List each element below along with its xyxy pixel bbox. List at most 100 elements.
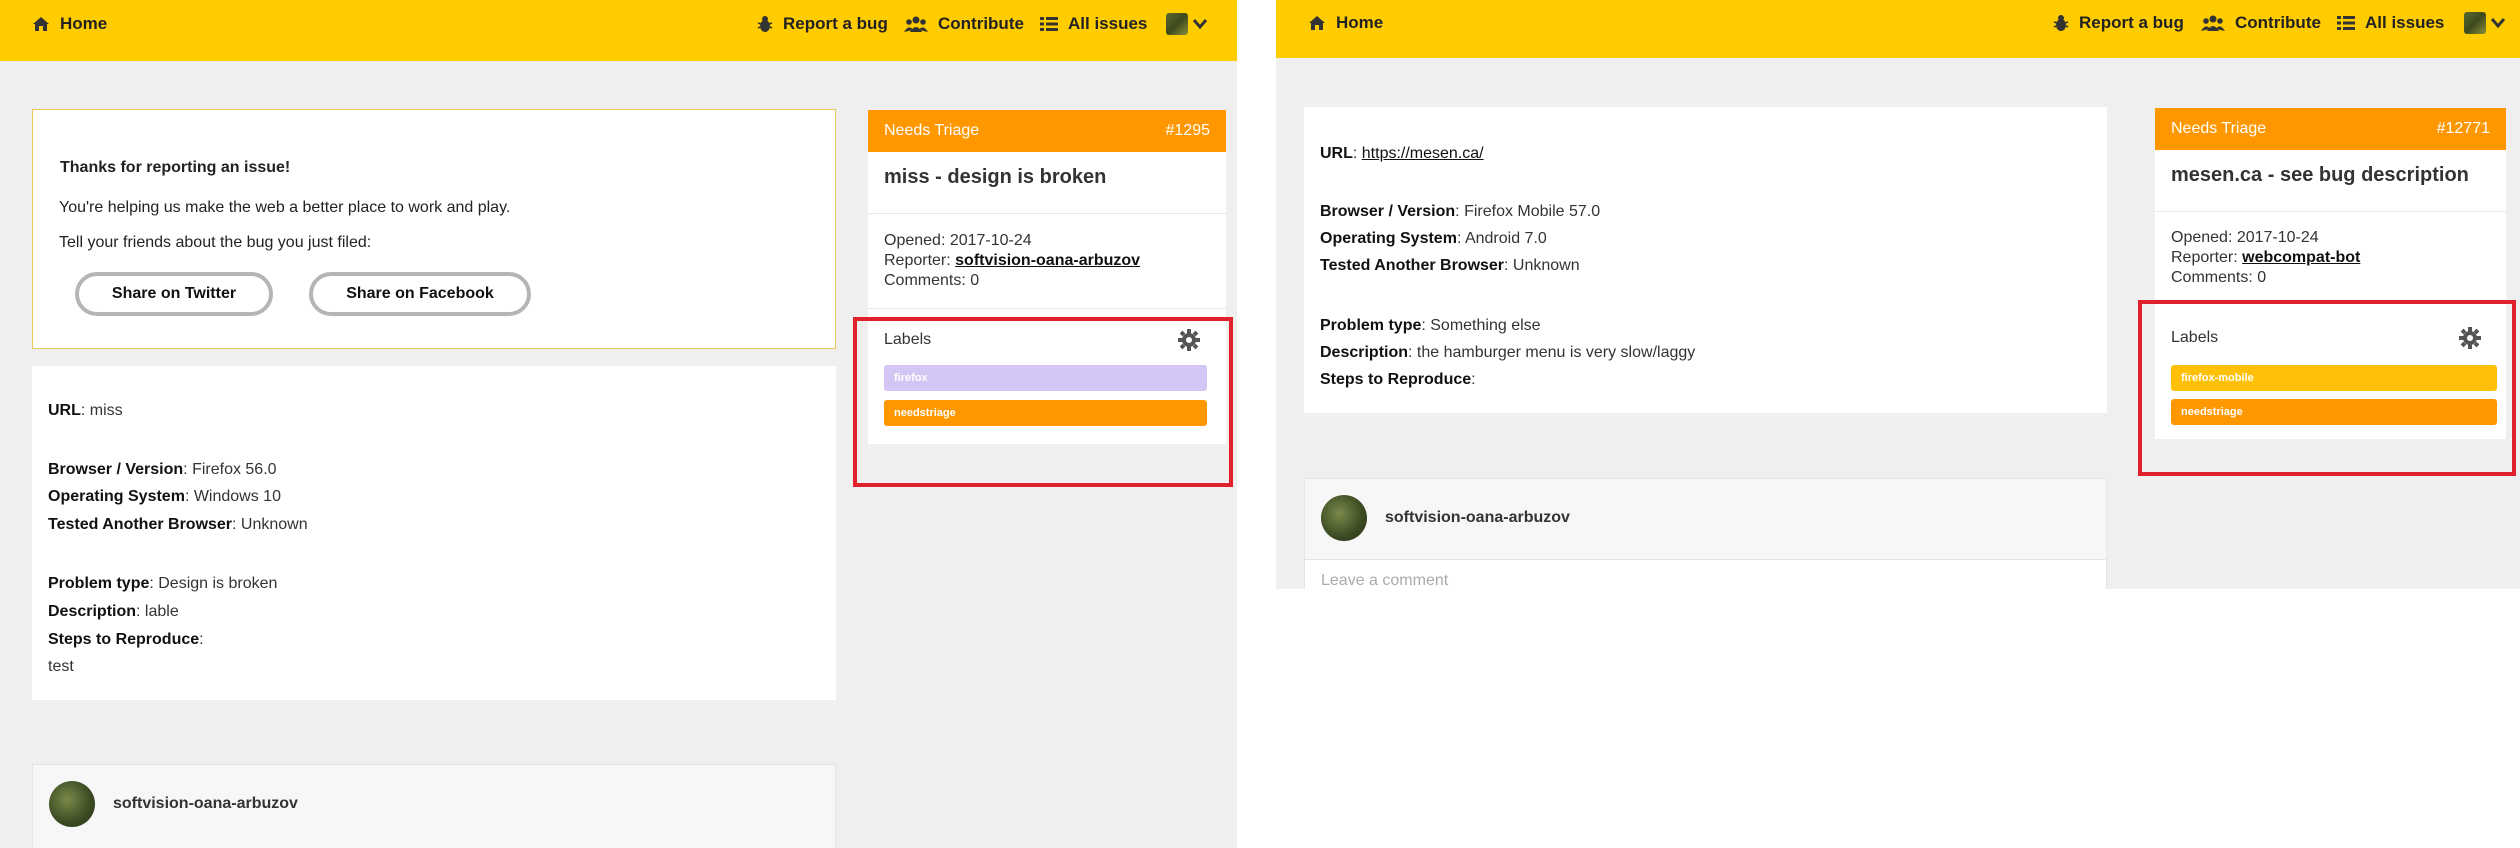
browser-row: Browser / Version: Firefox Mobile 57.0 <box>1320 203 1600 221</box>
issue-title: mesen.ca - see bug description <box>2171 164 2469 186</box>
comment-username: softvision-oana-arbuzov <box>1385 509 1570 526</box>
issue-details: URL: https://mesen.ca/ Browser / Version… <box>1304 107 2107 413</box>
steps-text: test <box>48 658 74 675</box>
report-bug-link[interactable]: Report a bug <box>2053 0 2184 46</box>
comment-username: softvision-oana-arbuzov <box>113 795 298 812</box>
comments-count: Comments: 0 <box>2171 269 2267 286</box>
chevron-down-icon <box>2490 18 2506 29</box>
steps-value: : <box>1471 371 1476 388</box>
problem-value: : Something else <box>1421 317 1541 334</box>
bug-icon <box>2053 15 2069 31</box>
os-row: Operating System: Android 7.0 <box>1320 230 1547 248</box>
divider <box>2155 211 2506 212</box>
steps-row: Steps to Reproduce: <box>1320 371 1476 389</box>
contribute-label: Contribute <box>938 14 1024 33</box>
group-icon <box>2201 15 2225 31</box>
problem-value: : Design is broken <box>149 575 278 592</box>
contribute-link[interactable]: Contribute <box>2201 0 2321 46</box>
reporter-prefix: Reporter: <box>2171 249 2243 266</box>
browser-value: : Firefox 56.0 <box>183 461 277 478</box>
home-icon <box>33 17 49 31</box>
url-row: URL: https://mesen.ca/ <box>1320 145 1484 163</box>
description-label: Description <box>48 603 137 620</box>
reporter-prefix: Reporter: <box>884 252 956 269</box>
steps-row: Steps to Reproduce: <box>48 631 204 649</box>
url-separator: : <box>1352 145 1362 162</box>
share-prompt: Tell your friends about the bug you just… <box>59 234 372 251</box>
contribute-link[interactable]: Contribute <box>904 0 1024 48</box>
user-menu[interactable] <box>1166 0 1218 48</box>
triage-header: Needs Triage #12771 <box>2155 108 2506 150</box>
thanks-message: You're helping us make the web a better … <box>59 199 511 216</box>
navbar: Home Report a bug Contribute All issues <box>1276 0 2520 58</box>
list-icon <box>2337 16 2355 30</box>
group-icon <box>904 16 928 32</box>
comment-input[interactable]: Leave a comment <box>1305 559 2106 589</box>
list-icon <box>1040 17 1058 31</box>
tested-label: Tested Another Browser <box>1320 257 1505 274</box>
url-link[interactable]: https://mesen.ca/ <box>1362 145 1484 162</box>
issue-number: #12771 <box>2436 120 2490 137</box>
report-bug-label: Report a bug <box>783 14 888 33</box>
reporter-link[interactable]: webcompat-bot <box>2242 249 2360 266</box>
home-label: Home <box>60 14 108 33</box>
os-label: Operating System <box>48 488 185 505</box>
navbar: Home Report a bug Contribute All issues <box>0 0 1237 61</box>
highlight-box <box>853 317 1233 487</box>
problem-row: Problem type: Something else <box>1320 317 1541 335</box>
divider <box>868 308 1226 309</box>
description-label: Description <box>1320 344 1409 361</box>
share-twitter-button[interactable]: Share on Twitter <box>75 272 273 316</box>
issue-number: #1295 <box>1165 122 1211 139</box>
contribute-label: Contribute <box>2235 13 2321 32</box>
os-value: : Windows 10 <box>184 488 281 505</box>
tested-row: Tested Another Browser: Unknown <box>1320 257 1580 275</box>
chevron-down-icon <box>1192 19 1208 30</box>
comment-box: softvision-oana-arbuzov Leave a comment <box>1304 478 2107 589</box>
problem-label: Problem type <box>1320 317 1422 334</box>
os-row: Operating System: Windows 10 <box>48 488 281 506</box>
problem-label: Problem type <box>48 575 150 592</box>
reporter-link[interactable]: softvision-oana-arbuzov <box>955 252 1140 269</box>
comments-count: Comments: 0 <box>884 272 980 289</box>
browser-value: : Firefox Mobile 57.0 <box>1455 203 1601 220</box>
report-bug-link[interactable]: Report a bug <box>757 0 888 48</box>
tested-label: Tested Another Browser <box>48 516 233 533</box>
browser-label: Browser / Version <box>48 461 184 478</box>
home-icon <box>1309 16 1325 30</box>
tested-value: : Unknown <box>1504 257 1580 274</box>
status-badge: Needs Triage <box>2171 120 2267 137</box>
user-menu[interactable] <box>2464 0 2516 46</box>
steps-label: Steps to Reproduce <box>1320 371 1472 388</box>
home-link[interactable]: Home <box>1308 0 1383 46</box>
problem-row: Problem type: Design is broken <box>48 575 277 593</box>
description-value: : the hamburger menu is very slow/laggy <box>1408 344 1696 361</box>
reporter-row: Reporter: softvision-oana-arbuzov <box>884 252 1140 270</box>
steps-label: Steps to Reproduce <box>48 631 200 648</box>
home-link[interactable]: Home <box>32 0 107 48</box>
all-issues-link[interactable]: All issues <box>1040 0 1147 48</box>
all-issues-link[interactable]: All issues <box>2337 0 2444 46</box>
url-value: : miss <box>80 402 123 419</box>
issue-title: miss - design is broken <box>884 166 1107 188</box>
bug-icon <box>757 16 773 32</box>
opened-date: Opened: 2017-10-24 <box>2171 229 2319 246</box>
status-badge: Needs Triage <box>884 122 980 139</box>
tested-value: : Unknown <box>232 516 308 533</box>
avatar <box>49 781 95 827</box>
left-screenshot: Home Report a bug Contribute All issues … <box>0 0 1237 848</box>
share-facebook-button[interactable]: Share on Facebook <box>309 272 531 316</box>
description-row: Description: the hamburger menu is very … <box>1320 344 1695 362</box>
avatar <box>1321 495 1367 541</box>
url-label: URL <box>1320 145 1353 162</box>
description-value: : lable <box>136 603 179 620</box>
os-value: : Android 7.0 <box>1456 230 1547 247</box>
highlight-box <box>2138 300 2516 476</box>
tested-row: Tested Another Browser: Unknown <box>48 516 308 534</box>
steps-value: : <box>199 631 204 648</box>
description-row: Description: lable <box>48 603 179 621</box>
url-label: URL <box>48 402 81 419</box>
url-row: URL: miss <box>48 402 123 420</box>
divider <box>868 213 1226 214</box>
browser-label: Browser / Version <box>1320 203 1456 220</box>
